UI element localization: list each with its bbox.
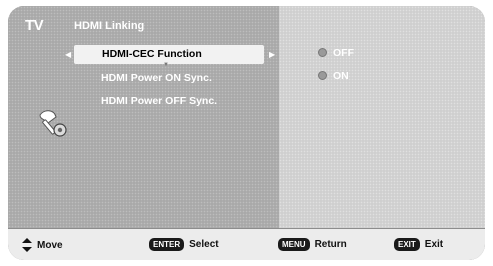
footer-select: ENTER Select <box>149 238 219 251</box>
exit-label: Exit <box>424 239 444 250</box>
option-on[interactable]: ON <box>318 70 349 82</box>
radio-on-icon <box>318 71 327 80</box>
radio-off-icon <box>318 48 327 57</box>
right-arrow-icon[interactable]: ▶ <box>269 50 275 59</box>
option-off[interactable]: OFF <box>318 47 354 59</box>
left-arrow-icon[interactable]: ◀ <box>65 50 71 59</box>
return-label: Return <box>314 239 347 250</box>
exit-key[interactable]: EXIT <box>394 238 420 251</box>
setup-icon <box>39 110 67 137</box>
up-down-arrow-icon <box>22 238 32 252</box>
menu-title: HDMI Linking <box>74 20 145 32</box>
scroll-down-icon: ▼ <box>163 62 169 68</box>
footer-move: Move <box>22 238 63 252</box>
enter-key[interactable]: ENTER <box>149 238 185 251</box>
option-on-label: ON <box>333 70 349 82</box>
tv-menu-screen: TV HDMI Linking ◀ HDMI-CEC Function ▶ ▼ … <box>8 6 485 260</box>
main-menu-panel: TV HDMI Linking ◀ HDMI-CEC Function ▶ ▼ … <box>8 6 279 228</box>
select-label: Select <box>189 239 219 250</box>
menu-item-hdmi-power-on-sync[interactable]: HDMI Power ON Sync. <box>94 72 264 84</box>
footer-exit: EXIT Exit <box>394 238 443 251</box>
move-label: Move <box>37 239 63 251</box>
options-panel <box>279 6 485 228</box>
source-label: TV <box>25 17 44 34</box>
option-off-label: OFF <box>333 47 354 59</box>
footer-return: MENU Return <box>278 238 347 251</box>
menu-item-hdmi-power-off-sync[interactable]: HDMI Power OFF Sync. <box>94 95 264 107</box>
menu-key[interactable]: MENU <box>278 238 310 251</box>
menu-item-hdmi-cec-function[interactable]: HDMI-CEC Function <box>74 45 264 64</box>
footer-guide: Move ENTER Select MENU Return EXIT Exit <box>8 228 485 260</box>
